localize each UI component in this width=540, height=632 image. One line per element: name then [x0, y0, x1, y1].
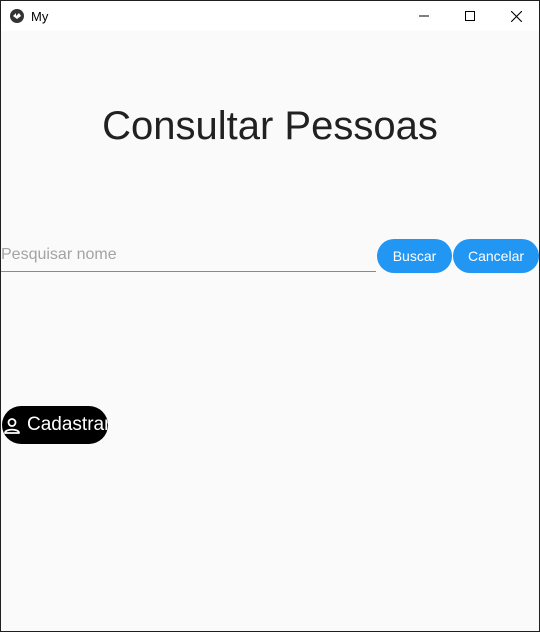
search-field[interactable]: [1, 239, 376, 272]
cancelar-button[interactable]: Cancelar: [453, 239, 539, 273]
maximize-icon: [465, 11, 475, 21]
buscar-button[interactable]: Buscar: [377, 239, 452, 273]
search-input[interactable]: [1, 243, 371, 267]
close-icon: [510, 10, 522, 22]
page-title: Consultar Pessoas: [102, 104, 438, 148]
title-bar[interactable]: My: [1, 1, 539, 31]
close-button[interactable]: [493, 1, 539, 31]
minimize-icon: [419, 15, 429, 17]
window-title: My: [31, 9, 49, 24]
maximize-button[interactable]: [447, 1, 493, 31]
app-window: My Consultar Pessoas Buscar Cancelar Cad…: [0, 0, 540, 632]
cadastrar-button[interactable]: Cadastrar: [2, 406, 108, 444]
minimize-button[interactable]: [401, 1, 447, 31]
kivy-logo-icon: [10, 9, 24, 23]
cadastrar-label: Cadastrar: [27, 414, 108, 435]
account-outline-icon: [3, 417, 21, 440]
